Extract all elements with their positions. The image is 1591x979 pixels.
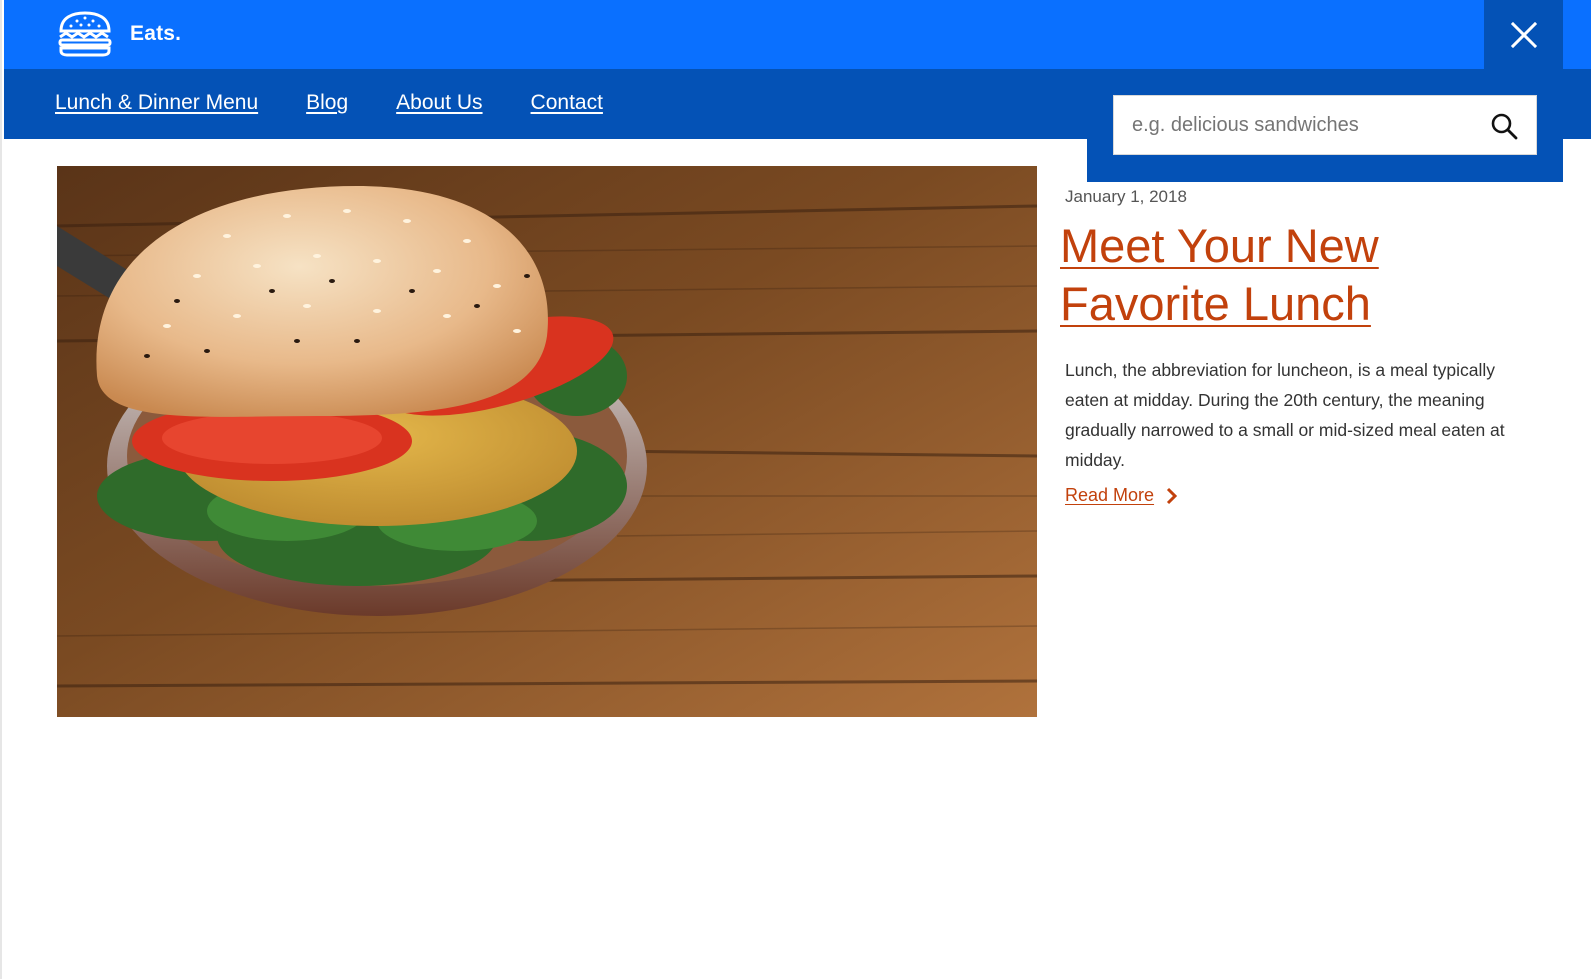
article-title[interactable]: Meet Your New Favorite Lunch — [1060, 217, 1540, 333]
search-input[interactable] — [1114, 96, 1474, 154]
nav-link-about[interactable]: About Us — [396, 91, 482, 115]
read-more-link[interactable]: Read More — [1065, 485, 1154, 506]
search-box — [1113, 95, 1537, 155]
article-card: January 1, 2018 Meet Your New Favorite L… — [1060, 187, 1540, 506]
nav-link-blog[interactable]: Blog — [306, 91, 348, 115]
top-bar: Eats. — [4, 0, 1591, 69]
read-more-button[interactable]: Read More — [1065, 485, 1540, 506]
nav-link-menu[interactable]: Lunch & Dinner Menu — [55, 91, 258, 115]
close-icon — [1510, 21, 1537, 48]
article-date: January 1, 2018 — [1065, 187, 1187, 206]
burger-icon[interactable] — [57, 11, 113, 57]
article-hero-image[interactable] — [57, 166, 1037, 717]
article-excerpt: Lunch, the abbreviation for luncheon, is… — [1065, 360, 1505, 470]
chevron-right-icon — [1166, 487, 1178, 504]
search-icon[interactable] — [1490, 112, 1518, 140]
close-button[interactable] — [1484, 0, 1563, 69]
search-panel — [1087, 69, 1563, 182]
brand-name[interactable]: Eats. — [130, 22, 181, 46]
nav-link-contact[interactable]: Contact — [531, 91, 603, 115]
